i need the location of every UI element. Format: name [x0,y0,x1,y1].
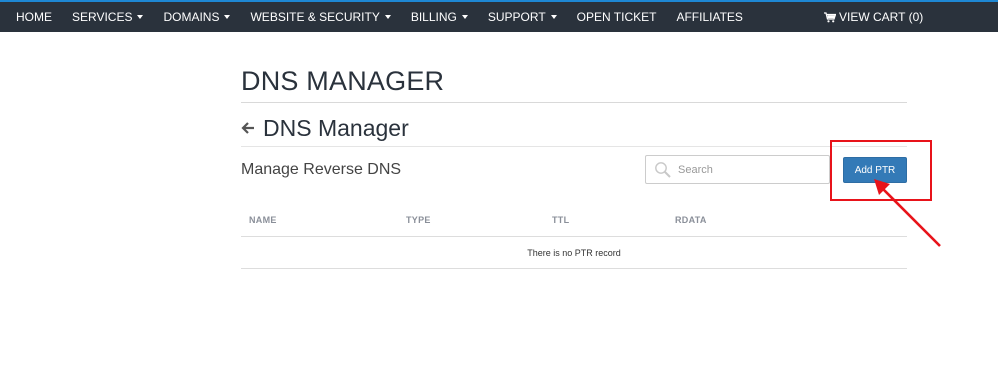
nav-open-ticket[interactable]: OPEN TICKET [567,2,667,32]
nav-website-security-label: WEBSITE & SECURITY [250,10,380,24]
table-row-divider [241,268,907,269]
nav-services[interactable]: SERVICES [62,2,153,32]
nav-domains[interactable]: DOMAINS [153,2,240,32]
nav-affiliates-label: AFFILIATES [676,10,743,24]
nav-home-label: HOME [16,10,52,24]
nav-services-label: SERVICES [72,10,133,24]
section-divider [241,146,907,147]
column-header-type[interactable]: TYPE [406,215,431,225]
nav-support[interactable]: SUPPORT [478,2,567,32]
nav-affiliates[interactable]: AFFILIATES [666,2,752,32]
manage-reverse-dns-label: Manage Reverse DNS [241,161,402,178]
arrow-left-icon[interactable] [241,120,257,136]
view-cart-link[interactable]: VIEW CART (0) [824,2,923,32]
search-field[interactable] [645,155,830,184]
column-header-ttl[interactable]: TTL [552,215,569,225]
column-header-name[interactable]: NAME [249,215,277,225]
caret-down-icon [550,15,557,19]
caret-down-icon [137,15,144,19]
nav-billing-label: BILLING [410,10,457,24]
caret-down-icon [461,15,468,19]
magnifier-icon [651,158,675,182]
empty-table-message: There is no PTR record [527,248,621,258]
caret-down-icon [384,15,391,19]
nav-open-ticket-label: OPEN TICKET [576,10,657,24]
top-navbar: HOME SERVICES DOMAINS WEBSITE & SECURITY… [0,0,998,32]
page-title: DNS MANAGER [241,66,445,96]
table-header-divider [241,236,907,237]
view-cart-label: VIEW CART (0) [839,10,924,24]
nav-domains-label: DOMAINS [163,10,220,24]
column-header-rdata[interactable]: RDATA [675,215,707,225]
annotation-arrow-icon [874,179,941,247]
nav-support-label: SUPPORT [487,10,546,24]
shopping-cart-icon [824,11,836,22]
sub-header: DNS Manager [241,114,409,142]
nav-billing[interactable]: BILLING [401,2,478,32]
section-title: DNS Manager [263,114,409,141]
caret-down-icon [224,15,231,19]
nav-website-security[interactable]: WEBSITE & SECURITY [240,2,400,32]
search-input[interactable] [678,163,818,176]
nav-home[interactable]: HOME [0,2,62,32]
title-divider [241,102,907,103]
